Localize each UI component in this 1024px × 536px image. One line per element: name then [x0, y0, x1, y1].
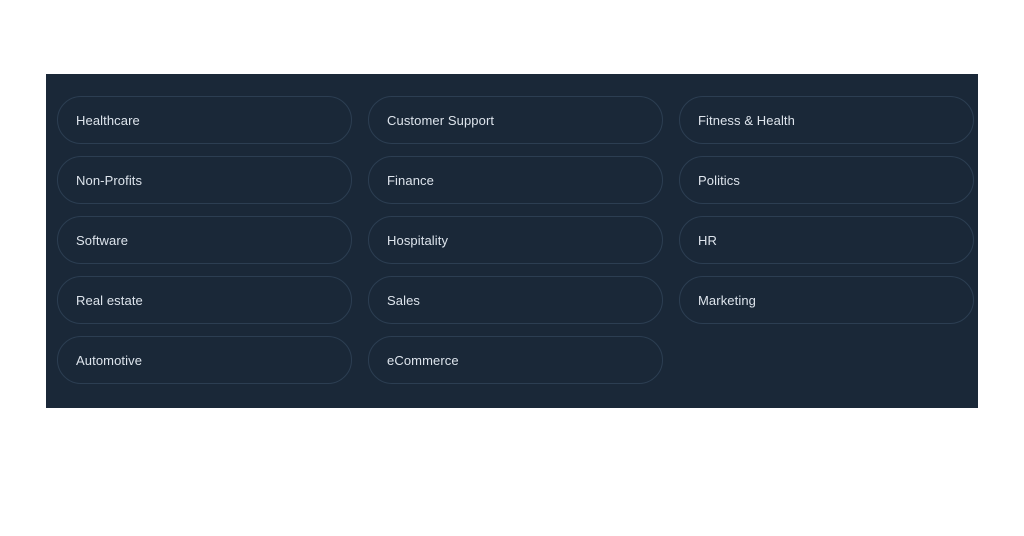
category-pill-ecommerce[interactable]: eCommerce: [368, 336, 663, 384]
category-pill-label: Sales: [387, 292, 421, 308]
category-pill-label: Finance: [387, 172, 434, 188]
category-pill-label: Healthcare: [76, 112, 140, 128]
category-pill-software[interactable]: Software: [57, 216, 352, 264]
category-pill-automotive[interactable]: Automotive: [57, 336, 352, 384]
category-pill-non-profits[interactable]: Non-Profits: [57, 156, 352, 204]
category-pill-placeholder: [679, 336, 974, 384]
category-panel: Healthcare Customer Support Fitness & He…: [46, 74, 978, 408]
category-pill-hr[interactable]: HR: [679, 216, 974, 264]
category-pill-label: Automotive: [76, 352, 143, 368]
category-pill-hospitality[interactable]: Hospitality: [368, 216, 663, 264]
category-pill-label: Marketing: [698, 292, 756, 308]
category-pill-healthcare[interactable]: Healthcare: [57, 96, 352, 144]
category-pill-label: Software: [76, 232, 129, 248]
category-pill-label: Non-Profits: [76, 172, 143, 188]
category-pill-label: Real estate: [76, 292, 143, 308]
category-pill-label: Hospitality: [387, 232, 449, 248]
category-pill-real-estate[interactable]: Real estate: [57, 276, 352, 324]
category-pill-politics[interactable]: Politics: [679, 156, 974, 204]
category-pill-sales[interactable]: Sales: [368, 276, 663, 324]
category-pill-label: Fitness & Health: [698, 112, 795, 128]
category-pill-customer-support[interactable]: Customer Support: [368, 96, 663, 144]
category-grid: Healthcare Customer Support Fitness & He…: [57, 96, 974, 384]
category-pill-finance[interactable]: Finance: [368, 156, 663, 204]
page-root: Healthcare Customer Support Fitness & He…: [0, 0, 1024, 536]
category-pill-label: Customer Support: [387, 112, 495, 128]
category-pill-label: eCommerce: [387, 352, 459, 368]
category-pill-label: Politics: [698, 172, 740, 188]
category-pill-label: HR: [698, 232, 717, 248]
category-pill-marketing[interactable]: Marketing: [679, 276, 974, 324]
category-pill-fitness-health[interactable]: Fitness & Health: [679, 96, 974, 144]
